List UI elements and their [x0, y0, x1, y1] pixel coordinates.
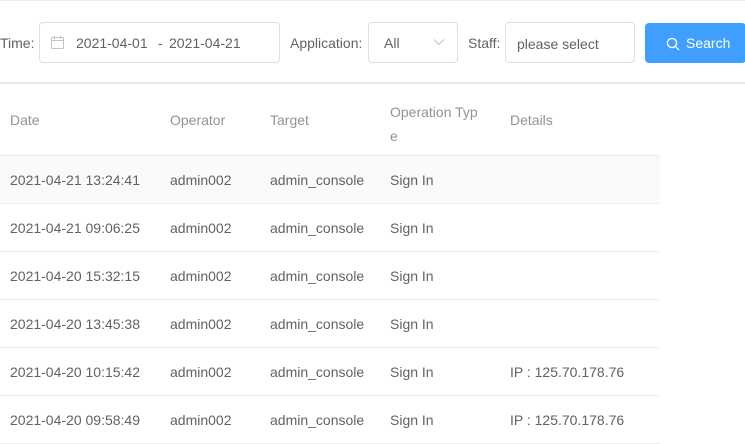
staff-placeholder: please select — [517, 36, 599, 52]
cell-target: admin_console — [270, 268, 365, 284]
table-row[interactable]: 2021-04-20 15:32:15 admin002 admin_conso… — [0, 252, 660, 300]
cell-operation-type: Sign In — [390, 364, 434, 380]
cell-target: admin_console — [270, 364, 365, 380]
table-row[interactable]: 2021-04-20 10:15:42 admin002 admin_conso… — [0, 348, 660, 396]
cell-date: 2021-04-20 10:15:42 — [10, 364, 140, 380]
cell-target: admin_console — [270, 220, 365, 236]
cell-operation-type: Sign In — [390, 220, 434, 236]
column-header-operator[interactable]: Operator — [170, 112, 225, 128]
staff-label: Staff: — [468, 35, 501, 51]
search-button[interactable]: Search — [645, 23, 745, 63]
column-header-date[interactable]: Date — [10, 112, 40, 128]
date-range-picker[interactable]: 2021-04-01 - 2021-04-21 — [39, 22, 280, 63]
search-icon — [666, 37, 680, 51]
cell-target: admin_console — [270, 412, 365, 428]
table-row[interactable]: 2021-04-21 13:24:41 admin002 admin_conso… — [0, 156, 660, 204]
calendar-icon — [51, 36, 64, 49]
application-selected-value: All — [384, 35, 400, 51]
date-end-input[interactable]: 2021-04-21 — [169, 35, 241, 51]
staff-select[interactable]: please select — [505, 22, 635, 63]
cell-operation-type: Sign In — [390, 412, 434, 428]
application-select[interactable]: All — [368, 22, 458, 63]
cell-operator: admin002 — [170, 364, 232, 380]
cell-operator: admin002 — [170, 172, 232, 188]
time-label: Time: — [0, 35, 35, 51]
cell-date: 2021-04-21 09:06:25 — [10, 220, 140, 236]
cell-date: 2021-04-20 13:45:38 — [10, 316, 140, 332]
column-header-target[interactable]: Target — [270, 112, 309, 128]
table-row[interactable]: 2021-04-20 13:45:38 admin002 admin_conso… — [0, 300, 660, 348]
cell-operation-type: Sign In — [390, 172, 434, 188]
column-header-operation-type[interactable]: Operation Type — [390, 100, 482, 148]
cell-target: admin_console — [270, 316, 365, 332]
cell-details: IP : 125.70.178.76 — [510, 364, 625, 380]
cell-operator: admin002 — [170, 412, 232, 428]
cell-details: IP : 125.70.178.76 — [510, 412, 625, 428]
table-row[interactable]: 2021-04-21 09:06:25 admin002 admin_conso… — [0, 204, 660, 252]
chevron-down-icon — [433, 39, 445, 46]
column-header-details[interactable]: Details — [510, 112, 553, 128]
search-button-label: Search — [686, 35, 731, 51]
cell-date: 2021-04-21 13:24:41 — [10, 172, 140, 188]
date-start-input[interactable]: 2021-04-01 — [76, 35, 148, 51]
cell-target: admin_console — [270, 172, 365, 188]
cell-operator: admin002 — [170, 220, 232, 236]
operation-log-table: Date Operator Target Operation Type Deta… — [0, 86, 660, 444]
table-row[interactable]: 2021-04-20 09:58:49 admin002 admin_conso… — [0, 396, 660, 444]
cell-operator: admin002 — [170, 268, 232, 284]
cell-operator: admin002 — [170, 316, 232, 332]
application-label: Application: — [290, 35, 363, 51]
cell-date: 2021-04-20 15:32:15 — [10, 268, 140, 284]
cell-operation-type: Sign In — [390, 316, 434, 332]
date-range-separator: - — [158, 35, 163, 51]
cell-date: 2021-04-20 09:58:49 — [10, 412, 140, 428]
cell-operation-type: Sign In — [390, 268, 434, 284]
table-header: Date Operator Target Operation Type Deta… — [0, 86, 660, 156]
filter-bar: Time: 2021-04-01 - 2021-04-21 Applicatio… — [0, 0, 745, 84]
